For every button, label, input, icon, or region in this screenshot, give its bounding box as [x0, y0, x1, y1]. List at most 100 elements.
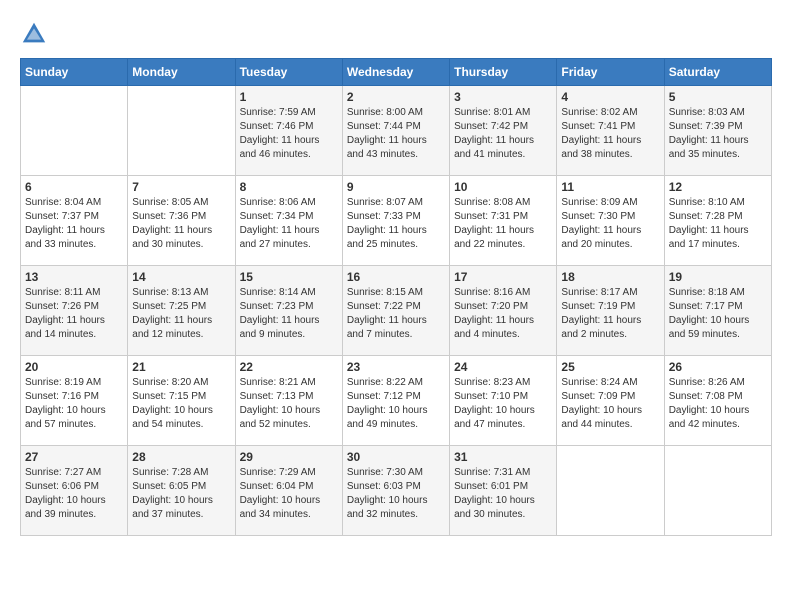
- day-number: 11: [561, 180, 659, 194]
- day-number: 13: [25, 270, 123, 284]
- day-number: 16: [347, 270, 445, 284]
- day-info: Sunrise: 8:15 AMSunset: 7:22 PMDaylight:…: [347, 286, 445, 342]
- calendar-cell: 10Sunrise: 8:08 AMSunset: 7:31 PMDayligh…: [450, 176, 557, 266]
- day-header-sunday: Sunday: [21, 59, 128, 86]
- day-number: 3: [454, 90, 552, 104]
- day-header-friday: Friday: [557, 59, 664, 86]
- day-info: Sunrise: 8:26 AMSunset: 7:08 PMDaylight:…: [669, 376, 767, 432]
- day-number: 12: [669, 180, 767, 194]
- calendar-cell: 7Sunrise: 8:05 AMSunset: 7:36 PMDaylight…: [128, 176, 235, 266]
- day-info: Sunrise: 8:16 AMSunset: 7:20 PMDaylight:…: [454, 286, 552, 342]
- day-number: 29: [240, 450, 338, 464]
- day-number: 24: [454, 360, 552, 374]
- day-number: 6: [25, 180, 123, 194]
- day-info: Sunrise: 8:00 AMSunset: 7:44 PMDaylight:…: [347, 106, 445, 162]
- day-number: 4: [561, 90, 659, 104]
- calendar-cell: 4 Sunrise: 8:02 AMSunset: 7:41 PMDaylight…: [557, 86, 664, 176]
- day-header-monday: Monday: [128, 59, 235, 86]
- calendar-cell: 17 Sunrise: 8:16 AMSunset: 7:20 PMDayligh…: [450, 266, 557, 356]
- calendar-week-5: 27 Sunrise: 7:27 AMSunset: 6:06 PMDayligh…: [21, 446, 772, 536]
- calendar-table: SundayMondayTuesdayWednesdayThursdayFrid…: [20, 58, 772, 536]
- day-number: 10: [454, 180, 552, 194]
- day-info: Sunrise: 7:27 AMSunset: 6:06 PMDaylight:…: [25, 466, 123, 522]
- day-number: 9: [347, 180, 445, 194]
- calendar-cell: 12Sunrise: 8:10 AMSunset: 7:28 PMDayligh…: [664, 176, 771, 266]
- day-header-saturday: Saturday: [664, 59, 771, 86]
- calendar-cell: 8Sunrise: 8:06 AMSunset: 7:34 PMDaylight…: [235, 176, 342, 266]
- day-number: 21: [132, 360, 230, 374]
- calendar-cell: 13 Sunrise: 8:11 AMSunset: 7:26 PMDayligh…: [21, 266, 128, 356]
- calendar-cell: 5 Sunrise: 8:03 AMSunset: 7:39 PMDaylight…: [664, 86, 771, 176]
- day-number: 18: [561, 270, 659, 284]
- calendar-cell: 24 Sunrise: 8:23 AMSunset: 7:10 PMDayligh…: [450, 356, 557, 446]
- calendar-cell: 18 Sunrise: 8:17 AMSunset: 7:19 PMDayligh…: [557, 266, 664, 356]
- day-info: Sunrise: 8:11 AMSunset: 7:26 PMDaylight:…: [25, 286, 123, 342]
- day-header-thursday: Thursday: [450, 59, 557, 86]
- calendar-cell: 31 Sunrise: 7:31 AMSunset: 6:01 PMDayligh…: [450, 446, 557, 536]
- day-info: Sunrise: 8:19 AMSunset: 7:16 PMDaylight:…: [25, 376, 123, 432]
- day-number: 2: [347, 90, 445, 104]
- day-info: Sunrise: 8:24 AMSunset: 7:09 PMDaylight:…: [561, 376, 659, 432]
- calendar-cell: 21 Sunrise: 8:20 AMSunset: 7:15 PMDayligh…: [128, 356, 235, 446]
- calendar-cell: 27 Sunrise: 7:27 AMSunset: 6:06 PMDayligh…: [21, 446, 128, 536]
- calendar-cell: 28Sunrise: 7:28 AMSunset: 6:05 PMDayligh…: [128, 446, 235, 536]
- day-info: Sunrise: 8:23 AMSunset: 7:10 PMDaylight:…: [454, 376, 552, 432]
- day-info: Sunrise: 7:31 AMSunset: 6:01 PMDaylight:…: [454, 466, 552, 522]
- day-number: 5: [669, 90, 767, 104]
- day-number: 20: [25, 360, 123, 374]
- calendar-cell: [557, 446, 664, 536]
- day-info: Sunrise: 8:18 AMSunset: 7:17 PMDaylight:…: [669, 286, 767, 342]
- calendar-cell: 3 Sunrise: 8:01 AMSunset: 7:42 PMDaylight…: [450, 86, 557, 176]
- calendar-cell: 26 Sunrise: 8:26 AMSunset: 7:08 PMDayligh…: [664, 356, 771, 446]
- logo: [20, 20, 52, 48]
- page-header: [20, 20, 772, 48]
- day-info: Sunrise: 8:14 AMSunset: 7:23 PMDaylight:…: [240, 286, 338, 342]
- calendar-week-4: 20 Sunrise: 8:19 AMSunset: 7:16 PMDayligh…: [21, 356, 772, 446]
- day-header-wednesday: Wednesday: [342, 59, 449, 86]
- calendar-cell: 6 Sunrise: 8:04 AMSunset: 7:37 PMDaylight…: [21, 176, 128, 266]
- calendar-cell: 30Sunrise: 7:30 AMSunset: 6:03 PMDayligh…: [342, 446, 449, 536]
- day-info: Sunrise: 7:29 AMSunset: 6:04 PMDaylight:…: [240, 466, 338, 522]
- day-info: Sunrise: 8:20 AMSunset: 7:15 PMDaylight:…: [132, 376, 230, 432]
- calendar-cell: 11Sunrise: 8:09 AMSunset: 7:30 PMDayligh…: [557, 176, 664, 266]
- day-number: 15: [240, 270, 338, 284]
- calendar-cell: [664, 446, 771, 536]
- day-number: 7: [132, 180, 230, 194]
- day-number: 22: [240, 360, 338, 374]
- calendar-week-1: 1Sunrise: 7:59 AMSunset: 7:46 PMDaylight…: [21, 86, 772, 176]
- day-info: Sunrise: 8:04 AMSunset: 7:37 PMDaylight:…: [25, 196, 123, 252]
- calendar-cell: [128, 86, 235, 176]
- calendar-cell: 29 Sunrise: 7:29 AMSunset: 6:04 PMDayligh…: [235, 446, 342, 536]
- calendar-cell: 19Sunrise: 8:18 AMSunset: 7:17 PMDayligh…: [664, 266, 771, 356]
- day-number: 30: [347, 450, 445, 464]
- day-number: 26: [669, 360, 767, 374]
- day-info: Sunrise: 8:03 AMSunset: 7:39 PMDaylight:…: [669, 106, 767, 162]
- day-header-tuesday: Tuesday: [235, 59, 342, 86]
- day-number: 17: [454, 270, 552, 284]
- day-number: 27: [25, 450, 123, 464]
- calendar-week-2: 6 Sunrise: 8:04 AMSunset: 7:37 PMDaylight…: [21, 176, 772, 266]
- calendar-cell: 25 Sunrise: 8:24 AMSunset: 7:09 PMDayligh…: [557, 356, 664, 446]
- day-number: 8: [240, 180, 338, 194]
- calendar-cell: 22 Sunrise: 8:21 AMSunset: 7:13 PMDayligh…: [235, 356, 342, 446]
- day-info: Sunrise: 8:02 AMSunset: 7:41 PMDaylight:…: [561, 106, 659, 162]
- day-number: 25: [561, 360, 659, 374]
- calendar-cell: 16 Sunrise: 8:15 AMSunset: 7:22 PMDayligh…: [342, 266, 449, 356]
- calendar-cell: 20 Sunrise: 8:19 AMSunset: 7:16 PMDayligh…: [21, 356, 128, 446]
- logo-icon: [20, 20, 48, 48]
- day-info: Sunrise: 8:13 AMSunset: 7:25 PMDaylight:…: [132, 286, 230, 342]
- day-number: 23: [347, 360, 445, 374]
- day-info: Sunrise: 8:07 AMSunset: 7:33 PMDaylight:…: [347, 196, 445, 252]
- day-number: 31: [454, 450, 552, 464]
- calendar-week-3: 13 Sunrise: 8:11 AMSunset: 7:26 PMDayligh…: [21, 266, 772, 356]
- day-info: Sunrise: 8:22 AMSunset: 7:12 PMDaylight:…: [347, 376, 445, 432]
- day-info: Sunrise: 8:17 AMSunset: 7:19 PMDaylight:…: [561, 286, 659, 342]
- day-number: 1: [240, 90, 338, 104]
- day-info: Sunrise: 8:21 AMSunset: 7:13 PMDaylight:…: [240, 376, 338, 432]
- calendar-cell: 9 Sunrise: 8:07 AMSunset: 7:33 PMDaylight…: [342, 176, 449, 266]
- day-info: Sunrise: 8:01 AMSunset: 7:42 PMDaylight:…: [454, 106, 552, 162]
- calendar-cell: 23 Sunrise: 8:22 AMSunset: 7:12 PMDayligh…: [342, 356, 449, 446]
- calendar-header-row: SundayMondayTuesdayWednesdayThursdayFrid…: [21, 59, 772, 86]
- day-number: 14: [132, 270, 230, 284]
- day-number: 28: [132, 450, 230, 464]
